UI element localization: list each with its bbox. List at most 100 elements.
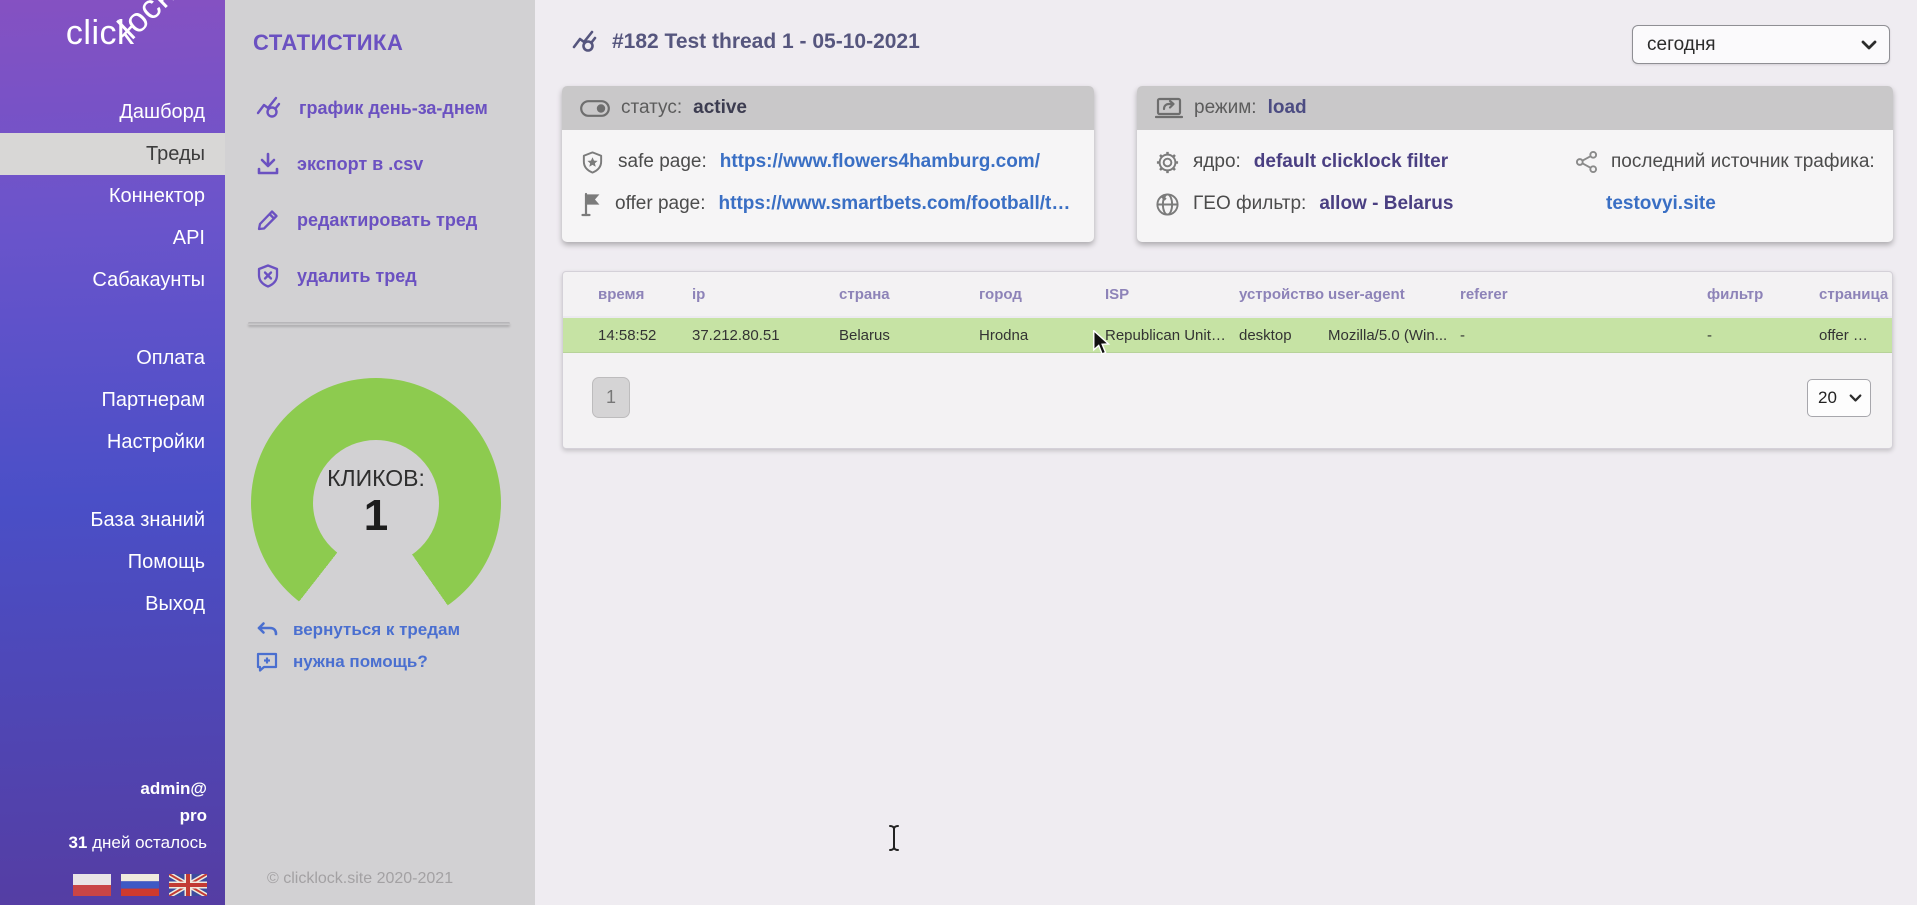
sidebar-item-dashboard[interactable]: Дашборд: [0, 91, 225, 133]
table-header-row: время ip страна город ISP устройство use…: [563, 272, 1892, 316]
traffic-source-link-row: testovyi.site: [1557, 183, 1887, 225]
action-label: график день-за-днем: [299, 98, 488, 119]
sidebar-item-partners[interactable]: Партнерам: [0, 379, 225, 421]
offer-page-link[interactable]: https://www.smartbets.com/football/tea..…: [719, 193, 1079, 215]
sidebar: clicklock Дашборд Треды Коннектор API Са…: [0, 0, 225, 905]
pencil-icon: [255, 207, 281, 233]
text-cursor-ibeam: [886, 824, 902, 857]
geo-filter-value: allow - Belarus: [1319, 193, 1453, 215]
cell-country: Belarus: [839, 327, 979, 344]
cell-device: desktop: [1239, 327, 1328, 344]
traffic-source-label: последний источник трафика:: [1611, 151, 1875, 173]
sidebar-item-api[interactable]: API: [0, 217, 225, 259]
geo-filter-row: ГЕО фильтр: allow - Belarus: [1137, 183, 1557, 225]
column-header: устройство: [1239, 286, 1328, 303]
offer-page-label: offer page:: [615, 193, 706, 215]
column-header: ip: [692, 286, 839, 303]
cell-time: 14:58:52: [598, 327, 692, 344]
days-number: 31: [68, 833, 87, 852]
traffic-source-row: последний источник трафика:: [1557, 141, 1887, 183]
poland-flag-icon[interactable]: [73, 874, 111, 896]
cell-ip: 37.212.80.51: [692, 327, 839, 344]
cell-page: offer page: [1819, 327, 1882, 344]
column-header: страница: [1819, 286, 1888, 303]
page-1-button[interactable]: 1: [592, 377, 630, 418]
comment-plus-icon: [255, 651, 279, 673]
column-header: фильтр: [1707, 286, 1819, 303]
safe-page-label: safe page:: [618, 151, 707, 173]
status-card-header: статус: active: [562, 86, 1094, 130]
page-header: #182 Test thread 1 - 05-10-2021: [570, 28, 920, 56]
toggle-icon: [580, 100, 610, 117]
share-icon: [1575, 150, 1598, 174]
kernel-label: ядро:: [1193, 151, 1241, 173]
mode-card: режим: load ядро: default clicklock filt…: [1137, 86, 1893, 242]
sidebar-item-logout[interactable]: Выход: [0, 583, 225, 625]
action-daily-chart[interactable]: график день-за-днем: [255, 80, 488, 136]
column-header: referer: [1460, 286, 1707, 303]
action-export-csv[interactable]: экспорт в .csv: [255, 136, 488, 192]
account-email: admin@: [68, 775, 207, 802]
sidebar-menu: Дашборд Треды Коннектор API Сабакаунты О…: [0, 91, 225, 625]
mode-left-column: ядро: default clicklock filter ГЕО фильт…: [1137, 141, 1557, 225]
kernel-value: default clicklock filter: [1254, 151, 1448, 173]
chart-zoom-icon: [255, 94, 283, 122]
sidebar-item-settings[interactable]: Настройки: [0, 421, 225, 463]
chart-zoom-icon: [570, 28, 600, 56]
status-card-body: safe page: https://www.flowers4hamburg.c…: [562, 130, 1094, 225]
mode-card-body: ядро: default clicklock filter ГЕО фильт…: [1137, 130, 1893, 225]
action-delete-thread[interactable]: удалить тред: [255, 248, 488, 304]
mode-card-header: режим: load: [1137, 86, 1893, 130]
column-header: время: [598, 286, 692, 303]
chevron-down-icon: [1861, 40, 1877, 50]
kernel-row: ядро: default clicklock filter: [1137, 141, 1557, 183]
page-title: #182 Test thread 1 - 05-10-2021: [612, 30, 920, 54]
copyright: © clicklock.site 2020-2021: [267, 870, 453, 888]
traffic-source-link[interactable]: testovyi.site: [1575, 193, 1716, 215]
offer-page-row: offer page: https://www.smartbets.com/fo…: [562, 183, 1094, 225]
sidebar-item-connector[interactable]: Коннектор: [0, 175, 225, 217]
safe-page-link[interactable]: https://www.flowers4hamburg.com/: [720, 151, 1040, 173]
sidebar-item-threads[interactable]: Треды: [0, 133, 225, 175]
clicks-gauge-text: КЛИКОВ: 1: [251, 378, 501, 628]
days-text: дней осталось: [87, 833, 207, 852]
uk-flag-icon[interactable]: [169, 874, 207, 896]
russia-flag-icon[interactable]: [121, 874, 159, 896]
column-header: ISP: [1105, 286, 1239, 303]
stats-panel-title: СТАТИСТИКА: [253, 30, 403, 56]
clicks-label: КЛИКОВ:: [327, 465, 425, 492]
status-value: active: [693, 97, 747, 119]
sidebar-item-subaccounts[interactable]: Сабакаунты: [0, 259, 225, 301]
action-label: удалить тред: [297, 266, 417, 287]
status-label: статус:: [621, 97, 682, 119]
sidebar-item-help[interactable]: Помощь: [0, 541, 225, 583]
cell-user-agent: Mozilla/5.0 (Win...: [1328, 327, 1460, 344]
page-size-select[interactable]: 20: [1807, 379, 1871, 417]
sidebar-item-payment[interactable]: Оплата: [0, 337, 225, 379]
action-edit-thread[interactable]: редактировать тред: [255, 192, 488, 248]
cell-isp: Republican Unita...: [1105, 327, 1239, 344]
safe-page-row: safe page: https://www.flowers4hamburg.c…: [562, 141, 1094, 183]
app-root: clicklock Дашборд Треды Коннектор API Са…: [0, 0, 1917, 905]
clicks-value: 1: [364, 492, 388, 540]
table-row[interactable]: 14:58:52 37.212.80.51 Belarus Hrodna Rep…: [563, 316, 1892, 353]
cell-filter: -: [1707, 327, 1819, 344]
main-content: #182 Test thread 1 - 05-10-2021 сегодня …: [535, 0, 1917, 905]
column-header: город: [979, 286, 1105, 303]
geo-filter-label: ГЕО фильтр:: [1193, 193, 1306, 215]
account-plan: pro: [68, 802, 207, 829]
mode-right-column: последний источник трафика: testovyi.sit…: [1557, 141, 1887, 225]
period-select[interactable]: сегодня: [1632, 25, 1890, 64]
stats-panel: СТАТИСТИКА график день-за-днем экспорт в…: [225, 0, 535, 905]
need-help-link[interactable]: нужна помощь?: [255, 646, 460, 678]
flag-icon: [580, 192, 602, 217]
action-label: экспорт в .csv: [297, 154, 423, 175]
download-icon: [255, 151, 281, 177]
column-header: страна: [839, 286, 979, 303]
period-select-value: сегодня: [1647, 34, 1861, 56]
stats-actions: график день-за-днем экспорт в .csv редак…: [255, 80, 488, 304]
chevron-down-icon: [1849, 394, 1862, 402]
sidebar-item-knowledge-base[interactable]: База знаний: [0, 499, 225, 541]
action-label: редактировать тред: [297, 210, 477, 231]
divider: [248, 322, 510, 325]
